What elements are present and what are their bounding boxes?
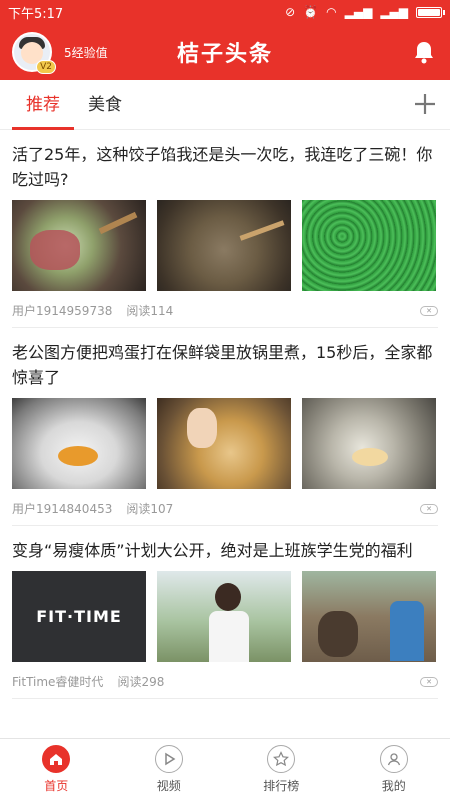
thumbnail[interactable] [12,398,146,489]
nav-video[interactable]: 视频 [113,739,226,800]
nav-ranking[interactable]: 排行榜 [225,739,338,800]
wifi-icon: ◠ [326,5,337,19]
signal-icon: ▂▄▆ [344,5,373,19]
thumbnail[interactable] [157,200,291,291]
nav-label: 视频 [156,779,181,793]
home-icon [42,745,71,773]
dismiss-icon[interactable]: ✕ [420,503,438,514]
app-logo: 桔子头条 [176,42,274,67]
article-reads: 阅读114 [126,304,174,318]
avatar[interactable]: V2 [12,32,56,74]
battery-icon [416,6,445,18]
article-title[interactable]: 活了25年，这种饺子馅我还是头一次吃，我连吃了三碗！你吃过吗? [12,142,438,192]
star-icon [267,745,296,773]
mute-icon: ⊘ [285,5,296,19]
status-time: 下午5:17 [8,6,64,22]
level-badge: V2 [36,60,56,74]
article-card[interactable]: 变身“易瘦体质”计划大公开，绝对是上班族学生党的福利 FIT·TIME FitT… [12,526,438,699]
tab-bar: 推荐 美食 [0,80,450,130]
bell-icon[interactable] [410,38,438,66]
article-source: FitTime睿健时代 [12,675,104,689]
play-icon [154,745,183,773]
article-card[interactable]: 活了25年，这种饺子馅我还是头一次吃，我连吃了三碗！你吃过吗? 用户191495… [12,130,438,328]
exp-label: 5经验值 [64,45,108,60]
thumbnail[interactable] [302,571,436,662]
article-source: 用户1914840453 [12,502,113,516]
article-title[interactable]: 老公图方便把鸡蛋打在保鲜袋里放锅里煮，15秒后，全家都惊喜了 [12,340,438,390]
bottom-nav: 首页 视频 排行榜 我的 [0,738,450,800]
app-header: V2 5经验值 桔子头条 [0,24,450,80]
thumbnail[interactable] [302,398,436,489]
fittime-logo-text: FIT·TIME [36,607,122,626]
status-bar: 下午5:17 ⊘ ⏰ ◠ ▂▄▆ ▂▄▆ [0,0,450,24]
article-reads: 阅读298 [117,675,165,689]
thumbnail[interactable] [157,398,291,489]
user-icon [379,745,408,773]
signal-icon-2: ▂▄▆ [380,5,408,19]
alarm-icon: ⏰ [303,5,319,19]
nav-label: 我的 [381,779,406,793]
tab-recommend[interactable]: 推荐 [12,80,74,130]
dismiss-icon[interactable]: ✕ [420,305,438,316]
thumbnail[interactable] [12,200,146,291]
article-reads: 阅读107 [126,502,174,516]
article-title[interactable]: 变身“易瘦体质”计划大公开，绝对是上班族学生党的福利 [12,538,438,563]
nav-label: 首页 [44,779,69,793]
nav-label: 排行榜 [263,779,300,793]
feed: 活了25年，这种饺子馅我还是头一次吃，我连吃了三碗！你吃过吗? 用户191495… [0,130,450,699]
thumbnail[interactable] [302,200,436,291]
article-source: 用户1914959738 [12,304,113,318]
thumbnail[interactable] [157,571,291,662]
thumbnail[interactable]: FIT·TIME [12,571,146,662]
tab-food[interactable]: 美食 [74,80,136,130]
article-card[interactable]: 老公图方便把鸡蛋打在保鲜袋里放锅里煮，15秒后，全家都惊喜了 用户1914840… [12,328,438,526]
nav-mine[interactable]: 我的 [338,739,450,800]
nav-home[interactable]: 首页 [0,739,113,800]
add-tab-icon[interactable] [412,91,438,117]
dismiss-icon[interactable]: ✕ [420,676,438,687]
